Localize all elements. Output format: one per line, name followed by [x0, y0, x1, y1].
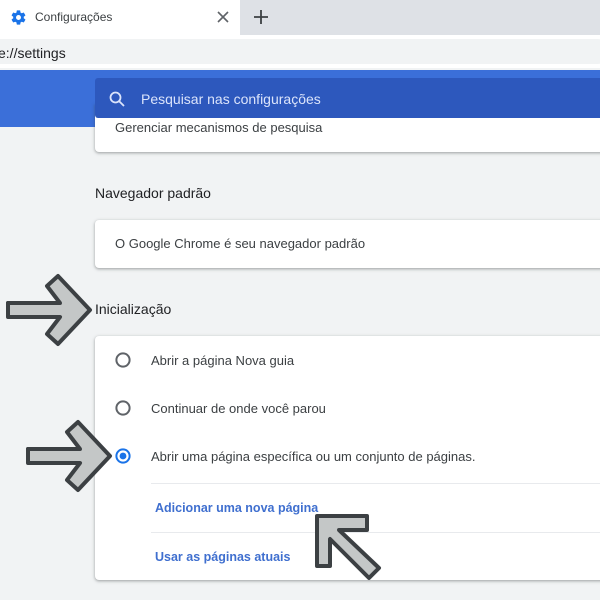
- arrow-up-left-icon: [315, 514, 381, 580]
- startup-heading: Inicialização: [95, 301, 172, 317]
- radio-new-tab[interactable]: [115, 352, 131, 368]
- option-continue-label[interactable]: Continuar de onde você parou: [151, 401, 326, 416]
- manage-search-engines-label: Gerenciar mecanismos de pesquisa: [115, 120, 323, 135]
- address-bar[interactable]: [0, 39, 600, 64]
- divider: [151, 483, 600, 484]
- search-placeholder: Pesquisar nas configurações: [141, 91, 321, 107]
- url-text[interactable]: e://settings: [0, 45, 66, 61]
- arrow-right-icon: [6, 274, 92, 346]
- radio-specific-pages[interactable]: [115, 448, 131, 464]
- add-new-page-link[interactable]: Adicionar uma nova página: [155, 501, 318, 515]
- option-specific-pages-label[interactable]: Abrir uma página específica ou um conjun…: [151, 449, 475, 464]
- gear-icon: [11, 10, 26, 25]
- default-browser-card: O Google Chrome é seu navegador padrão: [95, 220, 600, 268]
- option-new-tab-label[interactable]: Abrir a página Nova guia: [151, 353, 294, 368]
- tab-strip: Configurações: [0, 0, 600, 35]
- arrow-right-icon: [26, 420, 112, 492]
- close-icon[interactable]: [213, 7, 233, 27]
- default-browser-heading: Navegador padrão: [95, 185, 211, 201]
- search-input[interactable]: Pesquisar nas configurações: [95, 78, 600, 118]
- plus-icon[interactable]: [250, 6, 272, 28]
- tab-title: Configurações: [35, 10, 113, 24]
- default-browser-status: O Google Chrome é seu navegador padrão: [115, 236, 366, 251]
- tab-settings[interactable]: Configurações: [0, 0, 240, 35]
- search-icon: [109, 91, 125, 107]
- toolbar: e://settings: [0, 35, 600, 68]
- radio-continue[interactable]: [115, 400, 131, 416]
- use-current-pages-link[interactable]: Usar as páginas atuais: [155, 550, 290, 564]
